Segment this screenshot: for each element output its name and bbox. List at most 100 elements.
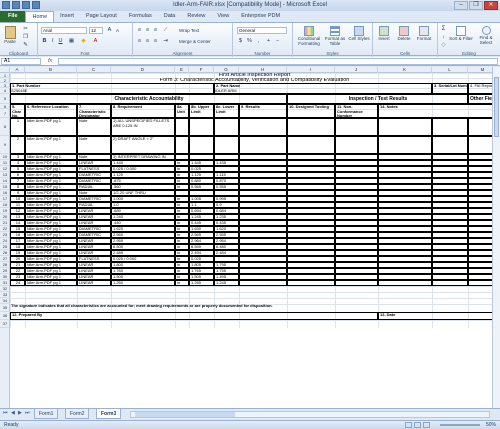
delete-cells-button[interactable]: Delete xyxy=(395,26,413,41)
table-cell-empty[interactable] xyxy=(335,118,378,136)
column-heading-req[interactable]: 8. Requirement xyxy=(111,104,175,118)
ribbon-tab-view[interactable]: View xyxy=(211,11,235,22)
column-heading-charno[interactable]: 5. Char No. xyxy=(10,104,25,118)
merge-center-button[interactable]: Merge & Center xyxy=(179,39,211,44)
column-heading-tooling[interactable]: 10. Designed Tooling xyxy=(287,104,335,118)
sheet-tab-form3[interactable]: Form3 xyxy=(96,409,122,419)
font-size-select[interactable]: 12 xyxy=(89,27,103,34)
table-cell-ref[interactable]: Idler Arm.PDF pg 1 xyxy=(25,118,77,136)
table-cell-des[interactable]: Note xyxy=(77,118,111,136)
worksheet[interactable]: ABCDEFGHIJKLM 1 2 3 4 5 6 7 8 9 10 11 12 13 14 15 16 17 1… xyxy=(0,67,500,408)
currency-icon[interactable]: $ xyxy=(237,38,244,45)
conditional-formatting-button[interactable]: Conditional Formatting xyxy=(295,26,323,46)
restore-button[interactable]: ❐ xyxy=(469,1,483,10)
cell-styles-button[interactable]: Cell Styles xyxy=(348,26,370,41)
table-cell-n[interactable]: 2 xyxy=(10,136,25,154)
ribbon-tab-page-layout[interactable]: Page Layout xyxy=(80,11,123,22)
table-cell-empty[interactable] xyxy=(378,280,432,286)
column-heading-notes[interactable]: 14. Notes xyxy=(378,104,498,118)
column-heading-nonconf[interactable]: 11. Non-Conformance Number xyxy=(335,104,378,118)
underline-button[interactable]: U xyxy=(57,38,64,45)
table-cell-ref[interactable]: Idler Arm.PDF pg 1 xyxy=(25,136,77,154)
table-cell-empty[interactable] xyxy=(432,136,468,154)
table-cell-empty[interactable] xyxy=(287,118,335,136)
vertical-scrollbar[interactable] xyxy=(492,67,500,408)
grow-font-icon[interactable]: A xyxy=(106,27,113,34)
ribbon-tab-formulas[interactable]: Formulas xyxy=(123,11,158,22)
page-layout-view-icon[interactable] xyxy=(414,422,421,428)
normal-view-icon[interactable] xyxy=(405,422,412,428)
table-cell-empty[interactable] xyxy=(432,118,468,136)
table-cell-empty[interactable] xyxy=(378,136,432,154)
borders-icon[interactable]: ▦ xyxy=(68,38,75,45)
column-heading-upper[interactable]: 8b. Upper Limit xyxy=(189,104,214,118)
prepared-by-label[interactable]: 12. Prepared By xyxy=(10,312,378,320)
ribbon-tab-enterprise-pdm[interactable]: Enterprise PDM xyxy=(235,11,286,22)
align-middle-icon[interactable]: ≡ xyxy=(144,27,151,34)
increase-decimal-icon[interactable]: + xyxy=(265,38,272,45)
zoom-level[interactable]: 50% xyxy=(486,421,496,429)
font-name-select[interactable]: Arial xyxy=(41,27,87,34)
table-cell-up[interactable]: 1.255 xyxy=(189,280,214,286)
align-left-icon[interactable]: ≡ xyxy=(136,38,143,45)
align-bottom-icon[interactable]: ≡ xyxy=(152,27,159,34)
table-cell-empty[interactable] xyxy=(287,280,335,286)
percent-icon[interactable]: % xyxy=(246,38,253,45)
format-as-table-button[interactable]: Format as Table xyxy=(324,26,346,46)
format-cells-button[interactable]: Format xyxy=(415,26,433,41)
column-heading-ref[interactable]: 6. Reference Location xyxy=(25,104,77,118)
table-cell-unit[interactable] xyxy=(175,118,189,136)
row-header[interactable]: 35 xyxy=(0,304,10,312)
fx-icon[interactable]: fx xyxy=(48,57,52,66)
number-format-select[interactable]: General xyxy=(237,27,287,34)
table-cell-des[interactable]: LINEAR xyxy=(77,280,111,286)
ribbon-tab-home[interactable]: Home xyxy=(25,11,55,22)
decrease-decimal-icon[interactable]: − xyxy=(274,38,281,45)
table-cell-lo[interactable] xyxy=(214,118,239,136)
section-inspection-results[interactable]: Inspection / Test Results xyxy=(287,94,468,104)
date-label[interactable]: 13. Date xyxy=(378,312,498,320)
column-heading-unit[interactable]: 8a. Unit xyxy=(175,104,189,118)
wrap-text-button[interactable]: Wrap Text xyxy=(179,28,199,33)
table-cell-n[interactable]: 24 xyxy=(10,280,25,286)
align-right-icon[interactable]: ≡ xyxy=(152,38,159,45)
section-characteristic-accountability[interactable]: Characteristic Accountability xyxy=(10,94,287,104)
formula-input[interactable] xyxy=(58,58,498,65)
sheet-tab-form2[interactable]: Form2 xyxy=(65,409,90,419)
table-cell-unit[interactable] xyxy=(175,136,189,154)
table-cell-des[interactable]: Note xyxy=(77,136,111,154)
next-sheet-icon[interactable]: ▶ xyxy=(18,410,22,416)
table-cell-empty[interactable] xyxy=(239,118,287,136)
table-cell-empty[interactable] xyxy=(335,280,378,286)
signature-statement[interactable]: The signature indicates that all charact… xyxy=(10,304,498,312)
paste-button[interactable]: Paste xyxy=(2,26,18,44)
table-cell-empty[interactable] xyxy=(287,136,335,154)
table-cell-empty[interactable] xyxy=(239,136,287,154)
table-cell-up[interactable] xyxy=(189,118,214,136)
column-heading-lower[interactable]: 8c. Lower Limit xyxy=(214,104,239,118)
comma-icon[interactable]: , xyxy=(255,38,262,45)
cut-icon[interactable]: ✂ xyxy=(22,26,29,33)
vertical-scroll-thumb[interactable] xyxy=(494,77,499,137)
table-cell-ref[interactable]: Idler Arm.PDF pg 1 xyxy=(25,280,77,286)
prev-sheet-icon[interactable]: ◀ xyxy=(11,410,15,416)
page-break-view-icon[interactable] xyxy=(423,422,430,428)
table-cell-n[interactable]: 1 xyxy=(10,118,25,136)
table-cell-lo[interactable] xyxy=(214,136,239,154)
align-center-icon[interactable]: ≡ xyxy=(144,38,151,45)
cell-grid[interactable]: First Article Inspection Report Form 3: C… xyxy=(10,73,500,408)
last-sheet-icon[interactable]: ⏭ xyxy=(25,410,30,416)
table-cell-empty[interactable] xyxy=(335,136,378,154)
font-color-icon[interactable]: A xyxy=(92,38,99,45)
table-cell-lo[interactable]: 1.245 xyxy=(214,280,239,286)
find-select-button[interactable]: Find & Select xyxy=(474,26,498,45)
row-header[interactable]: 9 xyxy=(0,136,10,154)
row-header[interactable]: 36 xyxy=(0,312,10,320)
table-cell-unit[interactable]: in xyxy=(175,280,189,286)
shrink-font-icon[interactable]: A xyxy=(114,27,121,34)
row-header[interactable]: 37 xyxy=(0,320,10,328)
serial-label[interactable]: 3. Serial/Lot Number xyxy=(432,83,468,94)
bold-button[interactable]: B xyxy=(41,38,48,45)
row-header[interactable]: 5 xyxy=(0,94,10,104)
insert-cells-button[interactable]: Insert xyxy=(375,26,393,41)
